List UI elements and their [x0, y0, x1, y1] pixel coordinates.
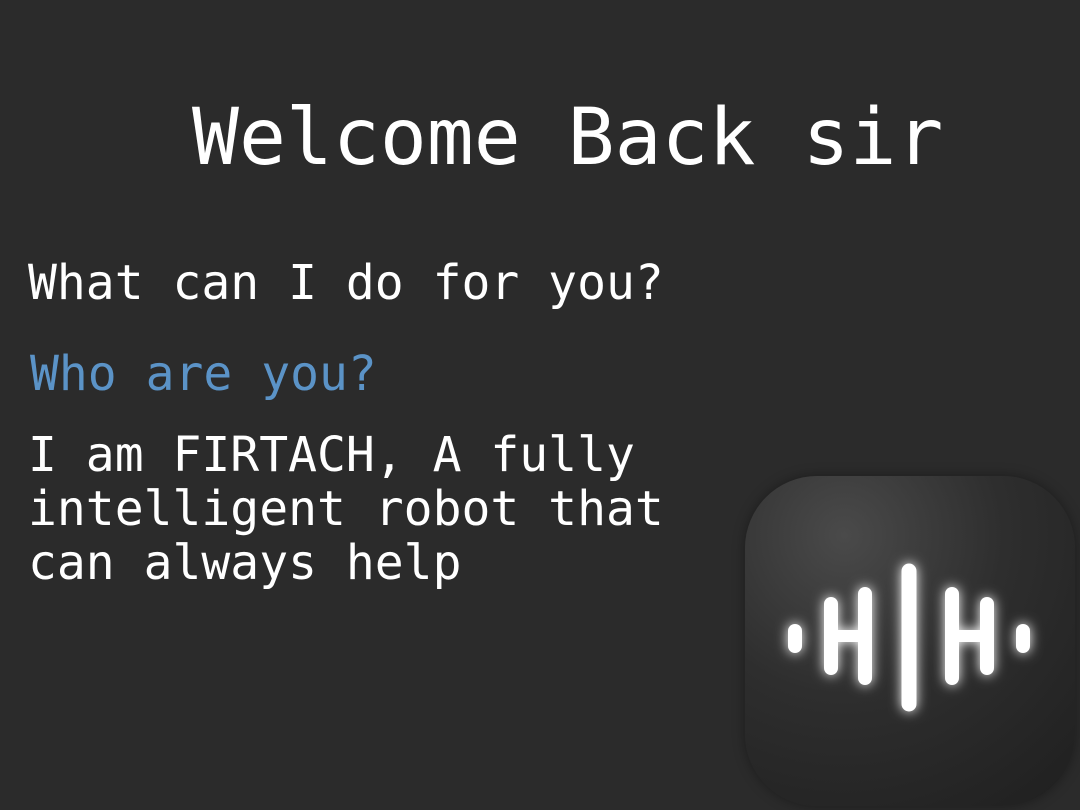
- voice-assistant-app-icon[interactable]: [745, 476, 1075, 806]
- assistant-prompt: What can I do for you?: [28, 255, 664, 311]
- user-message: Who are you?: [30, 346, 377, 402]
- assistant-reply: I am FIRTACH, A fully intelligent robot …: [28, 427, 664, 591]
- greeting-heading: Welcome Back sir: [192, 93, 944, 183]
- audio-waveform-icon: [788, 563, 1030, 712]
